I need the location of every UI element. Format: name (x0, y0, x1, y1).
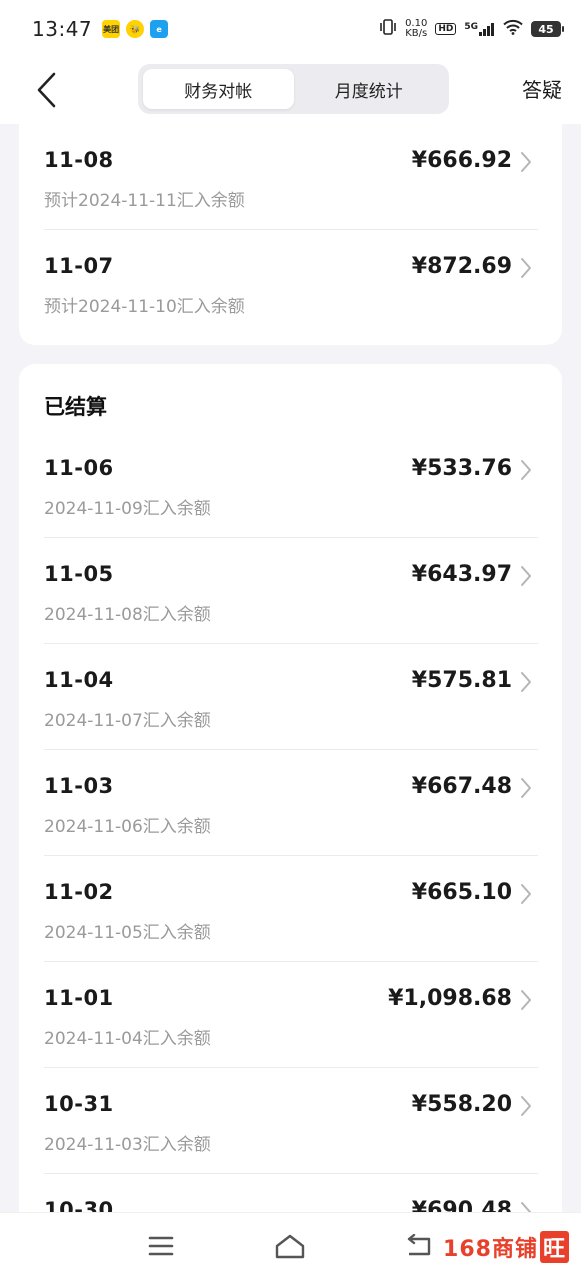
row-amount: ¥575.81 (411, 668, 512, 693)
hd-icon: HD (435, 23, 457, 35)
row-note: 2024-11-06汇入余额 (44, 817, 211, 837)
row-date: 11-06 (44, 456, 114, 480)
tab-finance-reconciliation[interactable]: 财务对帐 (143, 69, 294, 109)
segmented-control: 财务对帐 月度统计 (138, 64, 449, 114)
home-icon (275, 1234, 305, 1259)
row-note: 2024-11-04汇入余额 (44, 1029, 211, 1049)
chevron-right-icon (521, 990, 531, 1010)
chevron-right-icon (521, 1202, 531, 1212)
row-amount: ¥1,098.68 (388, 986, 512, 1011)
row-amount: ¥643.97 (411, 562, 512, 587)
row-date: 11-08 (44, 148, 114, 172)
settled-card: 已结算 11-06 ¥533.76 2024-11-09汇入余额 11-05 ¥… (19, 364, 562, 1212)
row-amount: ¥666.92 (411, 148, 512, 173)
row-amount: ¥667.48 (411, 774, 512, 799)
chevron-right-icon (521, 566, 531, 586)
row-amount: ¥872.69 (411, 254, 512, 279)
menu-icon (148, 1236, 174, 1256)
row-date: 10-30 (44, 1198, 114, 1212)
list-item[interactable]: 11-03 ¥667.48 2024-11-06汇入余额 (19, 750, 562, 856)
list-item[interactable]: 11-01 ¥1,098.68 2024-11-04汇入余额 (19, 962, 562, 1068)
network-type: 5G (464, 22, 478, 32)
net-speed-unit: KB/s (405, 28, 428, 39)
signal-icon: 5G (464, 22, 495, 36)
menu-button[interactable] (144, 1229, 178, 1263)
row-date: 11-07 (44, 254, 114, 278)
vibrate-icon (379, 19, 397, 39)
row-date: 10-31 (44, 1092, 114, 1116)
status-app-icons: 美团 🐝 e (102, 20, 169, 38)
row-note: 2024-11-03汇入余额 (44, 1135, 211, 1155)
chevron-right-icon (521, 258, 531, 278)
chevron-right-icon (521, 460, 531, 480)
row-note: 2024-11-09汇入余额 (44, 499, 211, 519)
back-button[interactable] (26, 70, 66, 110)
list-item[interactable]: 11-07 ¥872.69 预计2024-11-10汇入余额 (19, 230, 562, 336)
list-item[interactable]: 11-02 ¥665.10 2024-11-05汇入余额 (19, 856, 562, 962)
list-item[interactable]: 11-06 ¥533.76 2024-11-09汇入余额 (19, 432, 562, 538)
list-item[interactable]: 11-08 ¥666.92 预计2024-11-11汇入余额 (19, 124, 562, 230)
watermark-text: 168商铺 (443, 1237, 538, 1262)
browser-app-icon: e (150, 20, 169, 38)
nav-bar: 财务对帐 月度统计 答疑 (0, 58, 581, 124)
screen: 13:47 美团 🐝 e 0.10 KB/s HD 5G 45 财务对帐 月度统… (0, 0, 581, 1280)
row-note: 2024-11-07汇入余额 (44, 711, 211, 731)
row-date: 11-05 (44, 562, 114, 586)
chevron-right-icon (521, 1096, 531, 1116)
row-amount: ¥690.48 (411, 1198, 512, 1212)
row-date: 11-02 (44, 880, 114, 904)
list-item[interactable]: 11-04 ¥575.81 2024-11-07汇入余额 (19, 644, 562, 750)
pending-card: 11-08 ¥666.92 预计2024-11-11汇入余额 11-07 ¥87… (19, 124, 562, 345)
home-button[interactable] (273, 1229, 307, 1263)
row-date: 11-01 (44, 986, 114, 1010)
row-note: 2024-11-05汇入余额 (44, 923, 211, 943)
row-date: 11-03 (44, 774, 114, 798)
status-indicators: 0.10 KB/s HD 5G 45 (379, 19, 564, 39)
status-bar: 13:47 美团 🐝 e 0.10 KB/s HD 5G 45 (0, 0, 581, 58)
chevron-right-icon (521, 884, 531, 904)
chevron-right-icon (521, 778, 531, 798)
reconciliation-list[interactable]: 11-08 ¥666.92 预计2024-11-11汇入余额 11-07 ¥87… (0, 124, 581, 1212)
bee-app-icon: 🐝 (126, 20, 145, 38)
status-time: 13:47 (32, 17, 93, 41)
back-nav-button[interactable] (402, 1229, 436, 1263)
row-note: 2024-11-08汇入余额 (44, 605, 211, 625)
qa-link[interactable]: 答疑 (522, 74, 562, 103)
watermark-box: 旺 (539, 1231, 569, 1263)
list-item[interactable]: 11-05 ¥643.97 2024-11-08汇入余额 (19, 538, 562, 644)
list-item[interactable]: 10-30 ¥690.48 (19, 1174, 562, 1212)
meituan-app-icon: 美团 (102, 20, 121, 38)
row-amount: ¥558.20 (411, 1092, 512, 1117)
system-nav-bar: 168商铺旺 (0, 1212, 581, 1280)
battery-icon: 45 (531, 21, 564, 37)
wifi-icon (503, 19, 523, 39)
watermark-logo: 168商铺旺 (443, 1229, 569, 1265)
chevron-right-icon (521, 152, 531, 172)
chevron-left-icon (37, 72, 56, 108)
tab-monthly-stats[interactable]: 月度统计 (294, 69, 445, 109)
list-item[interactable]: 10-31 ¥558.20 2024-11-03汇入余额 (19, 1068, 562, 1174)
net-speed: 0.10 KB/s (405, 19, 427, 39)
section-title: 已结算 (44, 395, 107, 419)
return-icon (407, 1234, 431, 1256)
row-date: 11-04 (44, 668, 114, 692)
row-note: 预计2024-11-11汇入余额 (44, 191, 245, 211)
row-note: 预计2024-11-10汇入余额 (44, 297, 245, 317)
row-amount: ¥665.10 (411, 880, 512, 905)
row-amount: ¥533.76 (411, 456, 512, 481)
chevron-right-icon (521, 672, 531, 692)
